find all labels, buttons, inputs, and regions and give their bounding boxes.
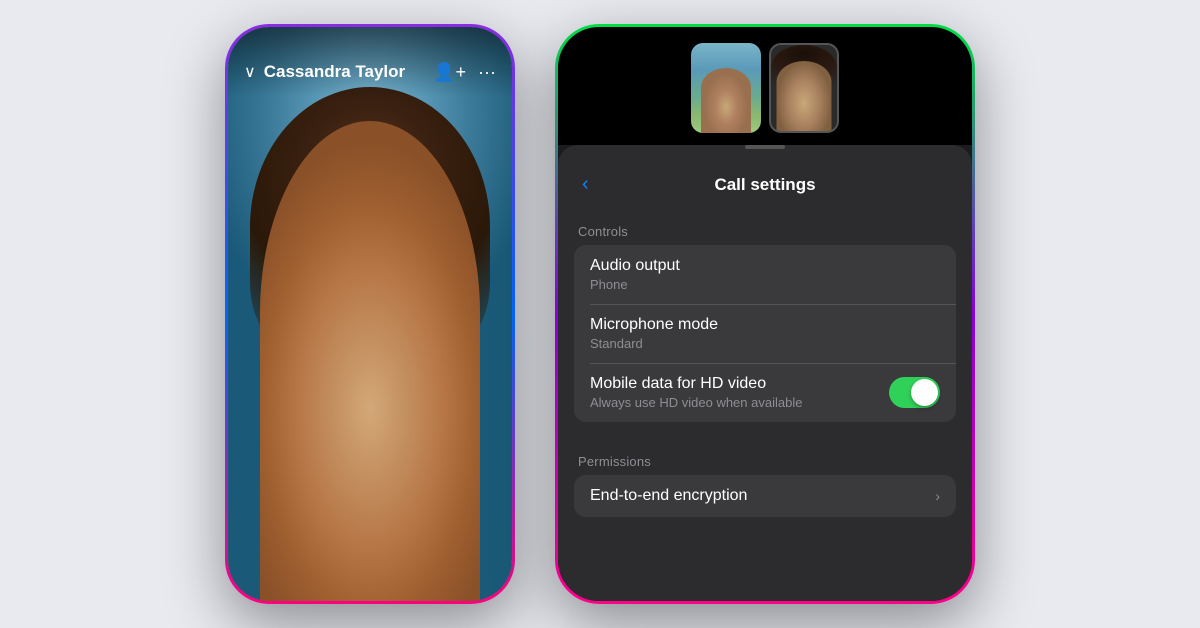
thumb-hair-overlay (771, 45, 837, 90)
hd-video-left: Mobile data for HD video Always use HD v… (590, 375, 802, 410)
caller-name: Cassandra Taylor (264, 62, 425, 82)
encryption-left: End-to-end encryption (590, 487, 747, 505)
encryption-row[interactable]: End-to-end encryption › (574, 475, 956, 517)
controls-group: Audio output Phone Microphone mode Stand… (574, 245, 956, 422)
microphone-mode-left: Microphone mode Standard (590, 316, 718, 351)
header-actions: 👤+ ··· (433, 62, 496, 83)
encryption-title: End-to-end encryption (590, 487, 747, 505)
left-phone: ∨ Cassandra Taylor 👤+ ··· (225, 24, 515, 604)
right-phone: ‹ Call settings Controls Audio output Ph… (555, 24, 975, 604)
spacer (558, 422, 972, 438)
face-overlay (260, 121, 480, 601)
back-button[interactable]: ‹ (578, 169, 593, 200)
settings-header: ‹ Call settings (558, 153, 972, 208)
left-phone-inner: ∨ Cassandra Taylor 👤+ ··· (228, 27, 512, 601)
more-options-icon[interactable]: ··· (478, 62, 496, 83)
add-person-icon[interactable]: 👤+ (433, 62, 466, 83)
hd-video-row[interactable]: Mobile data for HD video Always use HD v… (574, 363, 956, 422)
hd-video-title: Mobile data for HD video (590, 375, 802, 393)
notch-bar (745, 145, 785, 149)
hd-video-subtitle: Always use HD video when available (590, 395, 802, 410)
toggle-knob (911, 379, 938, 406)
controls-section-label: Controls (558, 208, 972, 245)
right-phone-inner: ‹ Call settings Controls Audio output Ph… (558, 27, 972, 601)
microphone-mode-row[interactable]: Microphone mode Standard (574, 304, 956, 363)
video-thumb-2[interactable] (769, 43, 839, 133)
settings-title: Call settings (714, 175, 815, 195)
microphone-mode-title: Microphone mode (590, 316, 718, 334)
settings-panel: ‹ Call settings Controls Audio output Ph… (558, 145, 972, 601)
video-thumb-1[interactable] (691, 43, 761, 133)
hd-video-toggle[interactable] (889, 377, 940, 408)
permissions-section-label: Permissions (558, 438, 972, 475)
video-bar (558, 27, 972, 145)
permissions-group: End-to-end encryption › (574, 475, 956, 517)
audio-output-subtitle: Phone (590, 277, 680, 292)
microphone-mode-subtitle: Standard (590, 336, 718, 351)
audio-output-row[interactable]: Audio output Phone (574, 245, 956, 304)
chevron-down-icon[interactable]: ∨ (244, 62, 256, 82)
call-header: ∨ Cassandra Taylor 👤+ ··· (228, 27, 512, 97)
audio-output-title: Audio output (590, 257, 680, 275)
chevron-right-icon: › (935, 488, 940, 504)
audio-output-left: Audio output Phone (590, 257, 680, 292)
